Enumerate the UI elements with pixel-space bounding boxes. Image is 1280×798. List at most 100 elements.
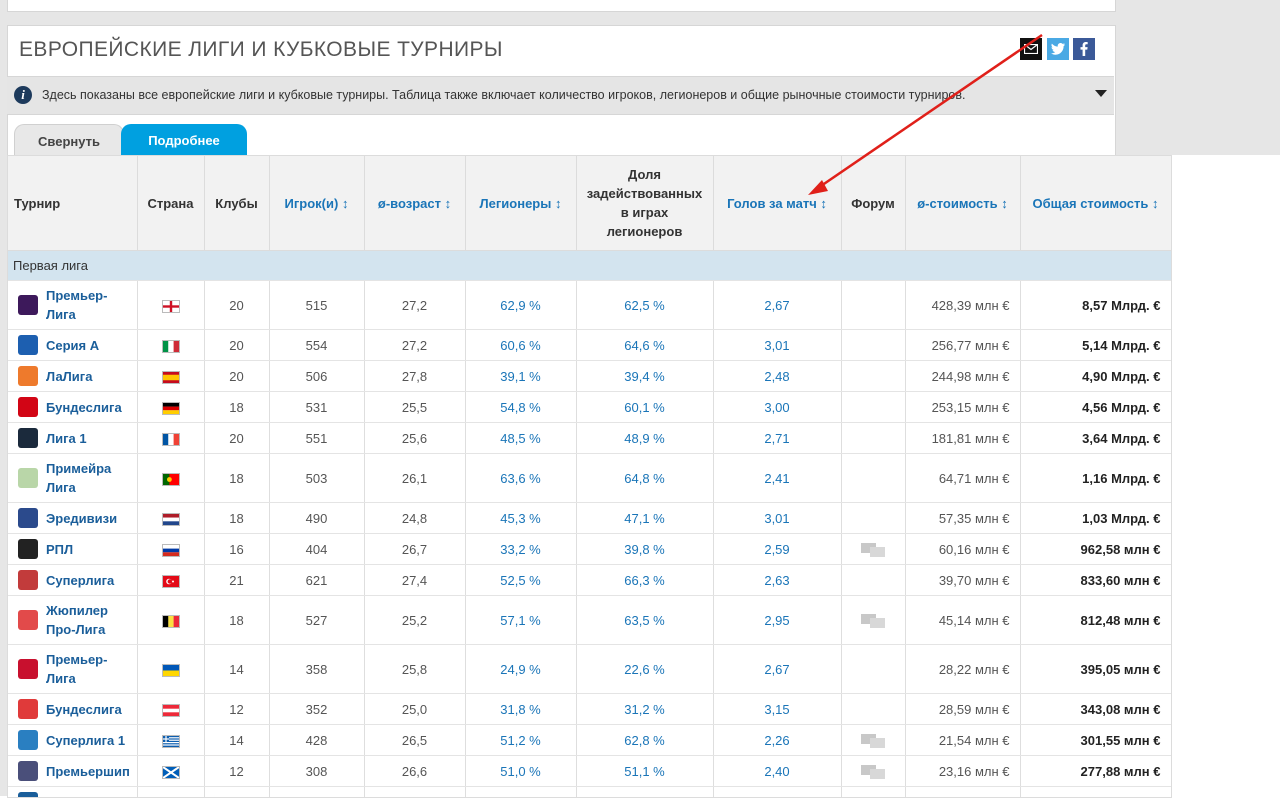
twitter-icon[interactable] xyxy=(1047,38,1069,60)
tournament-cell[interactable]: ЖюпилерПро-Лига xyxy=(8,596,137,645)
goals-cell[interactable]: 3,01 xyxy=(713,330,841,361)
tab-collapse[interactable]: Свернуть xyxy=(14,124,124,157)
legionnaires-share-cell[interactable] xyxy=(576,787,713,798)
mail-icon[interactable] xyxy=(1020,38,1042,60)
legionnaires-cell[interactable]: 57,1 % xyxy=(465,596,576,645)
league-name-link[interactable]: Премьершип xyxy=(46,762,130,781)
legionnaires-cell[interactable]: 63,6 % xyxy=(465,454,576,503)
legionnaires-share-cell[interactable]: 62,5 % xyxy=(576,281,713,330)
tournament-cell[interactable]: Премьершип xyxy=(8,756,137,787)
header-total-value[interactable]: Общая стоимость ↕ xyxy=(1020,156,1171,251)
goals-cell[interactable]: 2,67 xyxy=(713,645,841,694)
forum-icon[interactable] xyxy=(861,734,885,748)
clubs-cell: 21 xyxy=(204,565,269,596)
header-legionnaires[interactable]: Легионеры ↕ xyxy=(465,156,576,251)
legionnaires-cell[interactable]: 33,2 % xyxy=(465,534,576,565)
league-name-link[interactable]: Серия А xyxy=(46,336,99,355)
legionnaires-cell[interactable]: 31,8 % xyxy=(465,694,576,725)
league-name-link[interactable]: Суперлига 1 xyxy=(46,731,125,750)
legionnaires-share-cell[interactable]: 39,4 % xyxy=(576,361,713,392)
tournament-cell[interactable]: Серия А xyxy=(8,330,137,361)
tournament-cell[interactable]: Эредивизи xyxy=(8,503,137,534)
tournament-cell[interactable]: РПЛ xyxy=(8,534,137,565)
forum-cell xyxy=(841,423,905,454)
legionnaires-cell[interactable]: 60,6 % xyxy=(465,330,576,361)
players-cell: 554 xyxy=(269,330,364,361)
league-logo-icon xyxy=(18,730,38,750)
tournament-cell[interactable]: ПримейраЛига xyxy=(8,454,137,503)
league-name-link[interactable]: Лига 1 xyxy=(46,429,87,448)
forum-icon[interactable] xyxy=(861,614,885,628)
legionnaires-share-cell[interactable]: 63,5 % xyxy=(576,596,713,645)
league-name-link[interactable]: ЖюпилерПро-Лига xyxy=(46,601,108,639)
legionnaires-share-cell[interactable]: 22,6 % xyxy=(576,645,713,694)
tournament-cell[interactable]: Премьер-Лига xyxy=(8,645,137,694)
goals-cell[interactable]: 3,00 xyxy=(713,392,841,423)
league-name-line: Лига 1 xyxy=(46,431,87,446)
league-name-link[interactable]: Премьер-Лига xyxy=(46,650,107,688)
legionnaires-share-cell[interactable]: 31,2 % xyxy=(576,694,713,725)
goals-cell[interactable]: 2,67 xyxy=(713,281,841,330)
goals-cell[interactable]: 2,63 xyxy=(713,565,841,596)
goals-cell[interactable]: 2,95 xyxy=(713,596,841,645)
legionnaires-share-cell[interactable]: 62,8 % xyxy=(576,725,713,756)
legionnaires-share-cell[interactable]: 64,6 % xyxy=(576,330,713,361)
players-cell: 531 xyxy=(269,392,364,423)
legionnaires-cell[interactable]: 39,1 % xyxy=(465,361,576,392)
goals-cell[interactable]: 2,26 xyxy=(713,725,841,756)
tournament-cell[interactable]: Бундеслига xyxy=(8,392,137,423)
legionnaires-cell[interactable]: 54,8 % xyxy=(465,392,576,423)
legionnaires-share-cell[interactable]: 48,9 % xyxy=(576,423,713,454)
legionnaires-share-cell[interactable]: 51,1 % xyxy=(576,756,713,787)
league-name-link[interactable]: Бундеслига xyxy=(46,700,122,719)
header-avg-age[interactable]: ø-возраст ↕ xyxy=(364,156,465,251)
legionnaires-cell[interactable]: 48,5 % xyxy=(465,423,576,454)
netherlands-flag-icon xyxy=(162,513,180,526)
goals-cell[interactable]: 2,40 xyxy=(713,756,841,787)
league-name-link[interactable]: ПримейраЛига xyxy=(46,459,111,497)
goals-cell[interactable]: 2,41 xyxy=(713,454,841,503)
table-row: Фортуна xyxy=(8,787,1171,798)
facebook-icon[interactable] xyxy=(1073,38,1095,60)
league-name-link[interactable]: Эредивизи xyxy=(46,509,117,528)
league-name-link[interactable]: РПЛ xyxy=(46,540,73,559)
goals-cell[interactable]: 3,15 xyxy=(713,694,841,725)
tab-details[interactable]: Подробнее xyxy=(121,124,247,156)
legionnaires-cell[interactable]: 24,9 % xyxy=(465,645,576,694)
tournament-cell[interactable]: ЛаЛига xyxy=(8,361,137,392)
tournament-cell[interactable]: Бундеслига xyxy=(8,694,137,725)
legionnaires-cell[interactable]: 51,0 % xyxy=(465,756,576,787)
tournament-cell[interactable]: Суперлига xyxy=(8,565,137,596)
goals-cell[interactable]: 2,48 xyxy=(713,361,841,392)
tournament-cell[interactable]: Суперлига 1 xyxy=(8,725,137,756)
legionnaires-share-cell[interactable]: 60,1 % xyxy=(576,392,713,423)
legionnaires-cell[interactable]: 62,9 % xyxy=(465,281,576,330)
tournament-cell[interactable]: Фортуна xyxy=(8,787,137,798)
goals-cell[interactable]: 2,59 xyxy=(713,534,841,565)
legionnaires-share-cell[interactable]: 66,3 % xyxy=(576,565,713,596)
header-avg-value[interactable]: ø-стоимость ↕ xyxy=(905,156,1020,251)
league-name-link[interactable]: ЛаЛига xyxy=(46,367,92,386)
legionnaires-share-cell[interactable]: 47,1 % xyxy=(576,503,713,534)
legionnaires-share-cell[interactable]: 39,8 % xyxy=(576,534,713,565)
goals-cell[interactable] xyxy=(713,787,841,798)
goals-cell[interactable]: 3,01 xyxy=(713,503,841,534)
legionnaires-cell[interactable] xyxy=(465,787,576,798)
league-name-link[interactable]: Суперлига xyxy=(46,571,114,590)
chevron-down-icon[interactable] xyxy=(1095,90,1107,97)
legionnaires-cell[interactable]: 45,3 % xyxy=(465,503,576,534)
header-legionnaires-share: Доля задействованных в играх легионеров xyxy=(576,156,713,251)
forum-icon[interactable] xyxy=(861,765,885,779)
legionnaires-cell[interactable]: 52,5 % xyxy=(465,565,576,596)
legionnaires-share-cell[interactable]: 64,8 % xyxy=(576,454,713,503)
header-players[interactable]: Игрок(и) ↕ xyxy=(269,156,364,251)
tournament-cell[interactable]: Премьер-Лига xyxy=(8,281,137,330)
goals-cell[interactable]: 2,71 xyxy=(713,423,841,454)
forum-icon[interactable] xyxy=(861,543,885,557)
league-name-link[interactable]: Бундеслига xyxy=(46,398,122,417)
league-name-link[interactable]: Фортуна xyxy=(46,793,102,798)
header-goals[interactable]: Голов за матч ↕ xyxy=(713,156,841,251)
league-name-link[interactable]: Премьер-Лига xyxy=(46,286,107,324)
legionnaires-cell[interactable]: 51,2 % xyxy=(465,725,576,756)
tournament-cell[interactable]: Лига 1 xyxy=(8,423,137,454)
